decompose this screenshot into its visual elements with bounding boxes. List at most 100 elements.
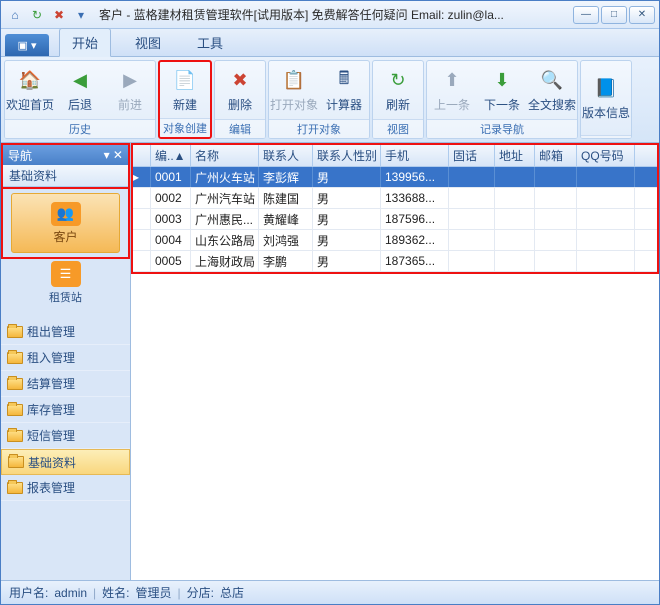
cell-gender: 男 [313,188,381,208]
table-row[interactable]: 0003广州惠民...黄耀峰男187596... [133,209,657,230]
folder-icon [7,430,23,442]
ribbon-group-create: 📄新建 对象创建 [158,60,212,139]
cell-name: 上海财政局 [191,251,259,271]
folder-icon [7,378,23,390]
refresh-button[interactable]: ↻刷新 [373,61,423,119]
tab-start[interactable]: 开始 [59,28,111,57]
col-gender[interactable]: 联系人性别 [313,145,381,166]
nav-item-label: 报表管理 [27,479,75,496]
folder-icon [7,352,23,364]
people-icon: 👥 [51,202,81,226]
tab-tools[interactable]: 工具 [185,29,235,56]
col-mobile[interactable]: 手机 [381,145,449,166]
window-title: 客户 - 蓝格建材租赁管理软件[试用版本] 免费解答任何疑问 Email: zu… [99,6,573,23]
open-object-button[interactable]: 📋打开对象 [269,61,319,119]
maximize-button[interactable]: □ [601,6,627,24]
cell-contact: 李彭辉 [259,167,313,187]
grid-header: 编..▲ 名称 联系人 联系人性别 手机 固话 地址 邮箱 QQ号码 [133,145,657,167]
version-info-button[interactable]: 📘版本信息 [581,61,631,135]
card-icon: ☰ [51,261,81,287]
nav-item[interactable]: 租出管理 [1,319,130,345]
col-qq[interactable]: QQ号码 [577,145,635,166]
table-row[interactable]: 0004山东公路局刘鸿强男189362... [133,230,657,251]
home-button[interactable]: 🏠欢迎首页 [5,61,55,119]
cell-gender: 男 [313,251,381,271]
cell-contact: 刘鸿强 [259,230,313,250]
table-row[interactable]: 0005上海财政局李鹏男187365... [133,251,657,272]
status-branch-label: 分店: [187,584,214,601]
grid-empty-area [131,274,659,580]
nav-rental-button[interactable]: ☰ 租赁站 [49,261,82,317]
info-icon: 📘 [593,76,619,102]
calculator-icon: 🖩 [331,68,357,94]
next-record-button[interactable]: ⬇下一条 [477,61,527,119]
reload-icon[interactable]: ↻ [27,5,47,25]
delete-button[interactable]: ✖删除 [215,61,265,119]
col-name[interactable]: 名称 [191,145,259,166]
col-email[interactable]: 邮箱 [535,145,577,166]
col-contact[interactable]: 联系人 [259,145,313,166]
status-user-value: admin [54,586,87,600]
cell-contact: 黄耀峰 [259,209,313,229]
folder-icon [7,326,23,338]
open-icon: 📋 [281,68,307,94]
house-icon: 🏠 [17,68,43,94]
row-indicator: ▸ [133,167,151,187]
nav-category[interactable]: 基础资料 [3,165,128,187]
nav-item-label: 短信管理 [27,427,75,444]
nav-pin-icon[interactable]: ▾ ✕ [104,148,123,162]
cell-mobile: 139956... [381,167,449,187]
nav-item[interactable]: 基础资料 [1,449,130,475]
status-name-label: 姓名: [102,584,129,601]
table-row[interactable]: ▸0001广州火车站李彭辉男139956... [133,167,657,188]
nav-item[interactable]: 库存管理 [1,397,130,423]
home-icon[interactable]: ⌂ [5,5,25,25]
stop-icon[interactable]: ✖ [49,5,69,25]
titlebar: ⌂ ↻ ✖ ▾ 客户 - 蓝格建材租赁管理软件[试用版本] 免费解答任何疑问 E… [1,1,659,29]
col-phone[interactable]: 固话 [449,145,495,166]
back-button[interactable]: ◀后退 [55,61,105,119]
folder-icon [8,456,24,468]
cell-mobile: 189362... [381,230,449,250]
table-row[interactable]: 0002广州汽车站陈建国男133688... [133,188,657,209]
col-address[interactable]: 地址 [495,145,535,166]
cell-gender: 男 [313,209,381,229]
new-button[interactable]: 📄新建 [160,62,210,118]
nav-customer-button[interactable]: 👥 客户 [11,193,120,253]
row-indicator [133,209,151,229]
prev-record-button[interactable]: ⬆上一条 [427,61,477,119]
down-arrow-icon: ⬇ [489,68,515,94]
fulltext-search-button[interactable]: 🔍全文搜索 [527,61,577,119]
cell-contact: 陈建国 [259,188,313,208]
nav-item[interactable]: 短信管理 [1,423,130,449]
dropdown-icon[interactable]: ▾ [71,5,91,25]
forward-button[interactable]: ▶前进 [105,61,155,119]
cell-id: 0004 [151,230,191,250]
status-branch-value: 总店 [220,584,244,601]
nav-item[interactable]: 结算管理 [1,371,130,397]
cell-name: 山东公路局 [191,230,259,250]
forward-icon: ▶ [117,68,143,94]
minimize-button[interactable]: — [573,6,599,24]
row-indicator [133,230,151,250]
app-window: ⌂ ↻ ✖ ▾ 客户 - 蓝格建材租赁管理软件[试用版本] 免费解答任何疑问 E… [0,0,660,605]
close-button[interactable]: ✕ [629,6,655,24]
status-bar: 用户名: admin | 姓名: 管理员 | 分店: 总店 [1,580,659,604]
nav-item[interactable]: 租入管理 [1,345,130,371]
tab-view[interactable]: 视图 [123,29,173,56]
nav-item[interactable]: 报表管理 [1,475,130,501]
cell-mobile: 133688... [381,188,449,208]
nav-item-label: 基础资料 [28,454,76,471]
nav-item-label: 结算管理 [27,375,75,392]
search-icon: 🔍 [539,68,565,94]
calculator-button[interactable]: 🖩计算器 [319,61,369,119]
cell-contact: 李鹏 [259,251,313,271]
col-id[interactable]: 编..▲ [151,145,191,166]
ribbon-group-history: 🏠欢迎首页 ◀后退 ▶前进 历史 [4,60,156,139]
cell-gender: 男 [313,230,381,250]
cell-id: 0002 [151,188,191,208]
cell-id: 0001 [151,167,191,187]
status-name-value: 管理员 [136,584,172,601]
ribbon-tabs: ▣ ▾ 开始 视图 工具 [1,29,659,57]
app-menu-button[interactable]: ▣ ▾ [5,34,49,56]
